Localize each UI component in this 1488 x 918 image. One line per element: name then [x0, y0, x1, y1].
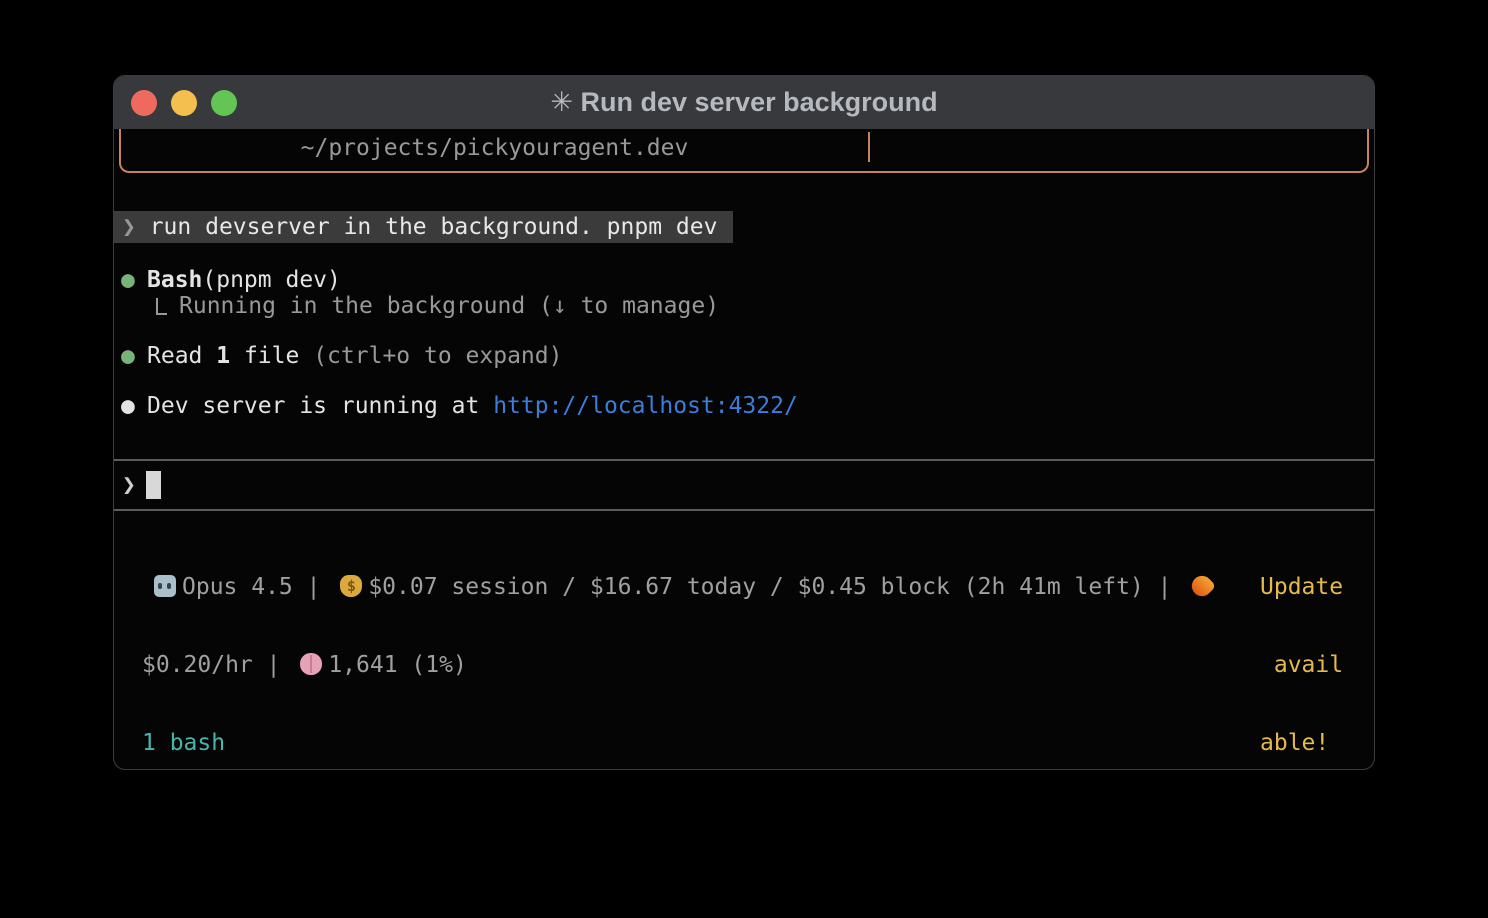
status-bar: Opus 4.5 | $0.07 session / $16.67 today … [114, 511, 1374, 770]
titlebar: ✳ Run dev server background [114, 76, 1374, 129]
user-prompt-line: ❯ run devserver in the background. pnpm … [114, 211, 733, 243]
read-pre: Read [147, 343, 216, 369]
cwd-input-box[interactable]: ~/projects/pickyouragent.dev [119, 129, 1369, 173]
read-count: 1 [216, 343, 230, 369]
localhost-link[interactable]: http://localhost:4322/ [493, 393, 798, 419]
status-line-2: $0.20/hr | 1,641 (1%) [142, 652, 1260, 678]
status-model: Opus 4.5 | [182, 574, 334, 600]
window-title: ✳ Run dev server background [114, 87, 1374, 118]
robot-icon [154, 575, 176, 597]
read-hint: (ctrl+o to expand) [313, 343, 562, 369]
green-bullet-icon: ● [121, 343, 147, 369]
green-bullet-icon: ● [121, 267, 147, 293]
terminal-content: ~/projects/pickyouragent.dev ❯ run devse… [114, 129, 1374, 770]
update-line: Update [1260, 574, 1346, 600]
status-left: Opus 4.5 | $0.07 session / $16.67 today … [142, 522, 1260, 770]
terminal-window: ✳ Run dev server background ~/projects/p… [113, 75, 1375, 770]
white-bullet-icon: ● [121, 393, 147, 419]
status-tokens: 1,641 (1%) [328, 652, 466, 678]
read-line: ●Read 1 file (ctrl+o to expand) [114, 343, 1374, 369]
text-cursor [146, 471, 161, 499]
prompt-input[interactable]: ❯ [114, 461, 1374, 509]
elbow-icon [156, 298, 167, 315]
status-rate: $0.20/hr | [142, 652, 294, 678]
bash-tool-name: Bash [147, 267, 202, 293]
update-line: avail [1260, 652, 1346, 678]
status-session-cost: $0.07 session / $16.67 today / $0.45 blo… [368, 574, 1185, 600]
cwd-path: ~/projects/pickyouragent.dev [121, 135, 868, 161]
brain-icon [300, 653, 322, 675]
dev-server-line: ●Dev server is running at http://localho… [114, 393, 1374, 419]
status-bash-jobs: 1 bash [142, 730, 1260, 756]
dev-server-text: Dev server is running at [147, 393, 493, 419]
input-chevron-icon: ❯ [122, 472, 136, 498]
status-line-1: Opus 4.5 | $0.07 session / $16.67 today … [142, 574, 1260, 600]
bash-result-text: Running in the background (↓ to manage) [179, 293, 719, 319]
update-notice: Update avail able! Run: brew u pgrade cl… [1260, 522, 1346, 770]
fire-icon [1188, 572, 1217, 601]
bash-tool-line: ●Bash(pnpm dev) [114, 267, 1374, 293]
user-prompt-text: run devserver in the background. pnpm de… [150, 214, 718, 240]
bash-command: (pnpm dev) [202, 267, 340, 293]
money-bag-icon [340, 575, 362, 597]
bash-result-line: Running in the background (↓ to manage) [114, 293, 1374, 319]
read-post: file [230, 343, 313, 369]
cwd-cursor-bar [868, 132, 870, 162]
update-line: able! [1260, 730, 1346, 756]
